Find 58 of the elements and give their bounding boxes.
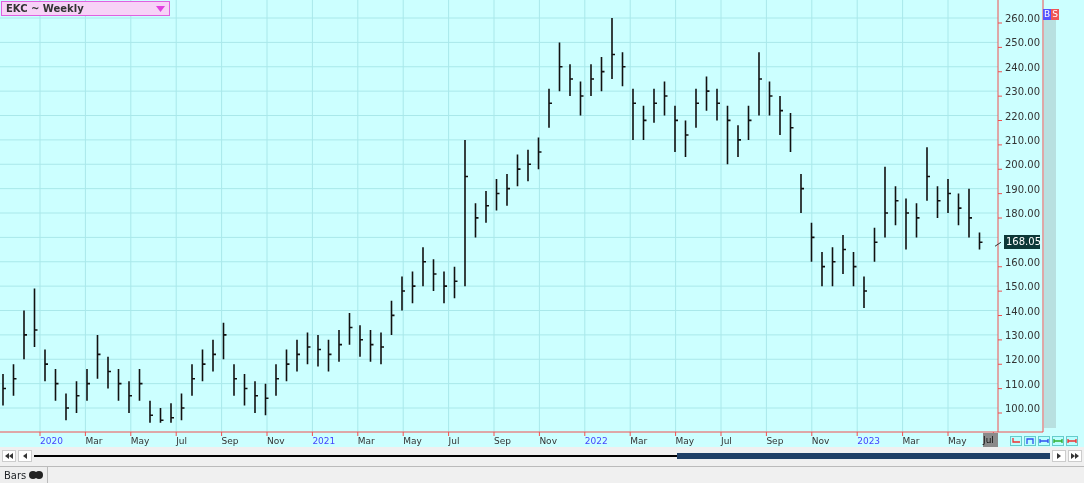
left-arrow-icon xyxy=(23,453,27,459)
price-label: 160.00 xyxy=(1005,256,1040,268)
date-label: Nov xyxy=(811,436,830,446)
date-label: 2020 xyxy=(40,436,63,446)
double-left-arrow-icon xyxy=(5,453,13,459)
date-label: May xyxy=(675,436,695,446)
date-label: Nov xyxy=(539,436,557,446)
scrollbar-track[interactable] xyxy=(34,453,1050,459)
date-label: Jul xyxy=(448,436,460,446)
price-label: 190.00 xyxy=(1005,183,1040,195)
date-label: May xyxy=(130,436,150,446)
price-label: 150.00 xyxy=(1005,281,1040,293)
date-label: May xyxy=(403,436,422,446)
scroll-start-button[interactable] xyxy=(2,450,16,462)
toolbar-button[interactable] xyxy=(1038,436,1050,446)
scroll-left-button[interactable] xyxy=(18,450,32,462)
date-label: Mar xyxy=(357,436,375,446)
date-label: Sep xyxy=(766,436,784,446)
price-label: 240.00 xyxy=(1005,61,1040,73)
price-label: 110.00 xyxy=(1005,378,1040,390)
toolbar-button[interactable] xyxy=(1024,436,1036,446)
toolbar-button[interactable] xyxy=(1052,436,1064,446)
date-label: Jul xyxy=(721,436,732,446)
symbol-dropdown[interactable]: EKC ~ Weekly xyxy=(1,1,170,16)
toolbar-button[interactable] xyxy=(1010,436,1022,446)
date-label: 2023 xyxy=(857,436,881,446)
date-label: Mar xyxy=(902,436,920,446)
date-label: 2021 xyxy=(312,436,336,446)
date-label: Nov xyxy=(267,436,285,446)
price-label: 210.00 xyxy=(1005,134,1040,146)
toolbar-button[interactable] xyxy=(1066,436,1078,446)
date-label: Mar xyxy=(85,436,103,446)
date-label: 2022 xyxy=(584,436,608,446)
price-label: 140.00 xyxy=(1005,305,1040,317)
price-label: 230.00 xyxy=(1005,86,1040,98)
price-label: 100.00 xyxy=(1005,403,1040,414)
date-cursor: Jul xyxy=(983,433,998,447)
price-label: 200.00 xyxy=(1005,159,1040,171)
price-label: 120.00 xyxy=(1005,354,1040,366)
scroll-right-button[interactable] xyxy=(1052,450,1066,462)
price-label: 260.00 xyxy=(1005,13,1040,24)
double-right-arrow-icon xyxy=(1071,453,1079,459)
scroll-end-button[interactable] xyxy=(1068,450,1082,462)
price-label: 220.00 xyxy=(1005,110,1040,122)
leader-line xyxy=(994,241,1002,247)
trade-button[interactable]: B xyxy=(1043,9,1051,20)
price-label: 250.00 xyxy=(1005,37,1040,49)
date-label: Jul xyxy=(176,436,188,446)
dropdown-arrow-icon xyxy=(156,5,165,12)
date-label: Sep xyxy=(494,436,511,446)
price-label: 180.00 xyxy=(1005,208,1040,219)
date-label: Mar xyxy=(630,436,648,446)
right-arrow-icon xyxy=(1057,453,1061,459)
scrollbar-thumb[interactable] xyxy=(677,453,1050,459)
date-label: Sep xyxy=(221,436,239,446)
dots-icon xyxy=(29,471,44,479)
date-label: May xyxy=(948,436,967,446)
price-label: 130.00 xyxy=(1005,329,1040,341)
